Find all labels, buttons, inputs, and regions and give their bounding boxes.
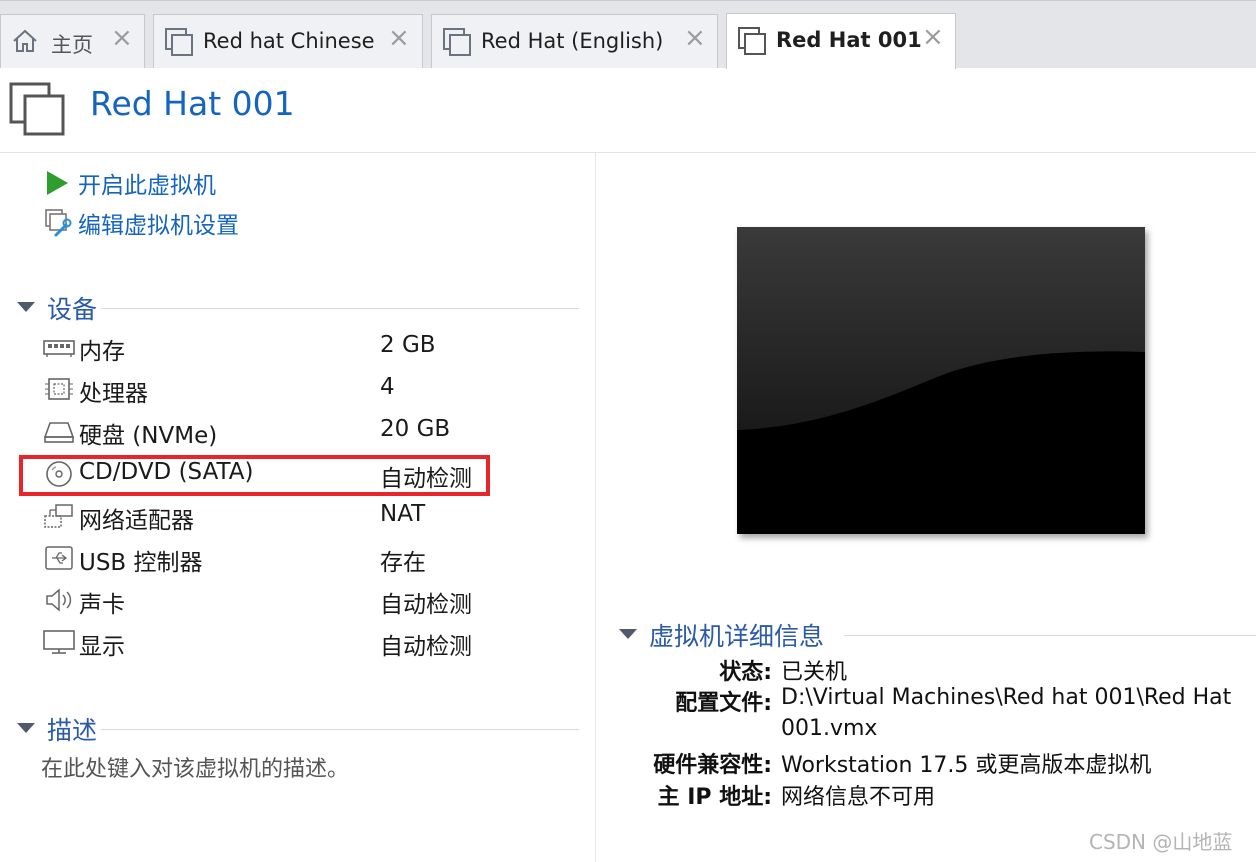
- device-name: 处理器: [79, 381, 148, 407]
- ip-label: 主 IP 地址:: [657, 785, 772, 810]
- processor-icon: [42, 375, 76, 403]
- device-row-network[interactable]: 网络适配器 NAT: [42, 497, 482, 535]
- device-name: USB 控制器: [79, 550, 203, 576]
- usb-icon: [42, 544, 76, 572]
- close-icon[interactable]: ×: [684, 25, 706, 51]
- power-on-button[interactable]: 开启此虚拟机: [44, 166, 216, 200]
- device-name: 硬盘 (NVMe): [79, 423, 218, 449]
- close-icon[interactable]: ×: [922, 24, 944, 50]
- collapse-caret-icon: [619, 629, 637, 639]
- vm-large-icon: [9, 82, 67, 142]
- divider: [0, 152, 1256, 153]
- device-row-display[interactable]: 显示 自动检测: [42, 623, 482, 661]
- section-title: 虚拟机详细信息: [649, 622, 825, 651]
- divider: [844, 635, 1256, 636]
- watermark: CSDN @山地蓝: [1089, 830, 1233, 854]
- device-name: 网络适配器: [79, 508, 194, 534]
- vm-icon: [737, 26, 767, 61]
- devices-section-header[interactable]: 设备: [17, 290, 579, 324]
- divider: [101, 308, 579, 309]
- edit-settings-button[interactable]: 编辑虚拟机设置: [44, 206, 239, 240]
- section-title: 描述: [47, 716, 98, 745]
- device-row-memory[interactable]: 内存 2 GB: [42, 328, 482, 366]
- close-icon[interactable]: ×: [388, 25, 410, 51]
- tab-label: Red Hat (English): [481, 29, 664, 53]
- edit-settings-icon: [44, 208, 74, 238]
- details-section-header[interactable]: 虚拟机详细信息: [619, 617, 1256, 651]
- tab-label: 主页: [51, 33, 93, 57]
- config-value-cont: 001.vmx: [781, 716, 878, 741]
- info-ip: 主 IP 地址:: [600, 779, 772, 810]
- tab-bar: 主页 × Red hat Chinese × Red Hat (English)…: [0, 0, 1256, 69]
- device-value: 自动检测: [380, 592, 472, 618]
- collapse-caret-icon: [17, 723, 35, 733]
- device-value: NAT: [380, 501, 426, 527]
- device-row-processor[interactable]: 处理器 4: [42, 370, 482, 408]
- device-value: 2 GB: [380, 332, 436, 358]
- tab-label: Red Hat 001: [776, 28, 922, 52]
- ip-value: 网络信息不可用: [781, 785, 936, 810]
- info-compatibility: 硬件兼容性:: [600, 747, 772, 778]
- home-icon: [11, 28, 39, 59]
- status-value: 已关机: [781, 660, 848, 685]
- status-label: 状态:: [719, 660, 772, 685]
- play-icon: [44, 168, 74, 198]
- device-value: 4: [380, 374, 395, 400]
- page-title: Red Hat 001: [90, 84, 295, 123]
- vm-screen-preview[interactable]: [737, 227, 1145, 534]
- info-config: 配置文件:: [600, 685, 772, 716]
- device-name: 内存: [79, 339, 125, 365]
- collapse-caret-icon: [17, 302, 35, 312]
- harddisk-icon: [42, 417, 76, 445]
- tab-red-hat-001[interactable]: Red Hat 001 ×: [726, 13, 956, 69]
- tab-home[interactable]: 主页 ×: [0, 14, 145, 68]
- device-name: 显示: [79, 634, 125, 660]
- network-adapter-icon: [42, 502, 76, 530]
- monitor-icon: [42, 628, 76, 656]
- close-icon[interactable]: ×: [111, 25, 133, 51]
- config-label: 配置文件:: [675, 691, 772, 716]
- device-value: 存在: [380, 550, 426, 576]
- memory-icon: [42, 333, 76, 361]
- device-row-sound[interactable]: 声卡 自动检测: [42, 581, 482, 619]
- edit-settings-label: 编辑虚拟机设置: [78, 213, 239, 239]
- device-value: 自动检测: [380, 634, 472, 660]
- tab-red-hat-chinese[interactable]: Red hat Chinese ×: [153, 14, 423, 68]
- section-title: 设备: [47, 295, 98, 324]
- device-row-usb[interactable]: USB 控制器 存在: [42, 539, 482, 577]
- description-section-header[interactable]: 描述: [17, 711, 579, 745]
- compat-label: 硬件兼容性:: [653, 753, 772, 778]
- power-on-label: 开启此虚拟机: [78, 173, 216, 199]
- config-value: D:\Virtual Machines\Red hat 001\Red Hat: [781, 685, 1232, 710]
- highlight-box: [19, 455, 490, 496]
- vm-icon: [442, 27, 472, 62]
- tab-label: Red hat Chinese: [203, 29, 375, 53]
- speaker-icon: [42, 586, 76, 614]
- divider: [595, 153, 596, 862]
- device-value: 20 GB: [380, 416, 451, 442]
- description-field[interactable]: 在此处键入对该虚拟机的描述。: [41, 751, 349, 783]
- tab-red-hat-english[interactable]: Red Hat (English) ×: [431, 14, 718, 68]
- info-status: 状态:: [600, 654, 772, 685]
- vm-icon: [164, 27, 194, 62]
- divider: [101, 729, 579, 730]
- compat-value: Workstation 17.5 或更高版本虚拟机: [781, 753, 1152, 778]
- device-row-harddisk[interactable]: 硬盘 (NVMe) 20 GB: [42, 412, 482, 450]
- device-name: 声卡: [79, 592, 125, 618]
